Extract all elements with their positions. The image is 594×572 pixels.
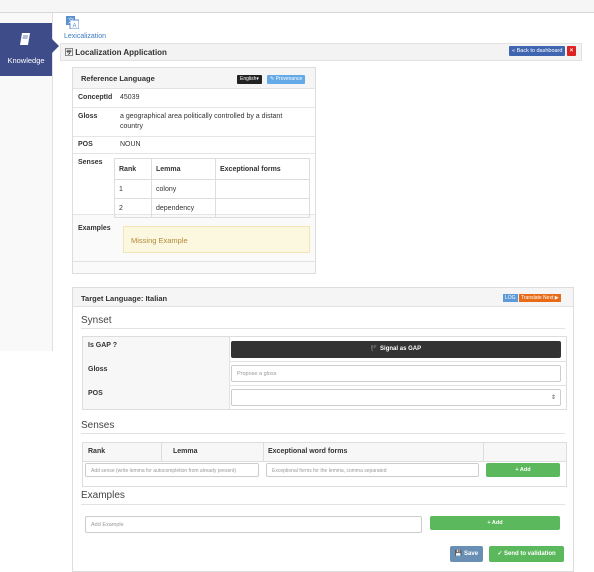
translate-next-button[interactable]: Translate Next ▶ [519,294,561,302]
back-to-dashboard-button[interactable]: « Back to dashboard [509,46,566,56]
page-title: 🈂 Localization Application [65,48,167,57]
concept-row: ConceptId 45039 [73,89,315,108]
gloss-input[interactable]: Propose a gloss [231,365,561,382]
close-button[interactable]: × [567,46,576,56]
synset-heading: Synset [81,315,112,326]
gloss-text: a geographical area politically controll… [120,113,283,130]
exceptional-forms-input[interactable]: Exceptional forms for the lemma, comma s… [266,463,479,477]
target-title: Target Language: Italian [81,294,168,303]
language-dropdown[interactable]: English▾ [237,75,262,84]
sidebar-item-knowledge[interactable]: Knowledge [0,23,59,76]
senses-heading: Senses [81,420,115,431]
provenance-button[interactable]: ✎ Provenance [267,75,306,84]
signal-gap-button[interactable]: 🏴 Signal as GAP [231,341,561,358]
pos-select[interactable]: ⇕ [231,389,561,406]
add-example-button[interactable]: + Add [430,516,560,530]
sidebar-item-label: Knowledge [7,56,45,65]
examples-label: Examples [78,225,111,232]
senses-table: Rank Lemma Exceptional forms 1 colony 2 de… [114,158,310,218]
page-title-bar: 🈂 Localization Application [60,43,582,61]
example-input[interactable]: Add Example [85,516,422,533]
log-button[interactable]: LOG [503,294,518,302]
table-row: 2 dependency [114,198,310,218]
send-to-validation-button[interactable]: ✓ Send to validation [489,546,564,562]
senses-row: Senses Rank Lemma Exceptional forms 1 col… [73,154,315,218]
add-sense-button[interactable]: + Add [486,463,560,477]
book-icon [20,33,30,45]
pos-label: POS [88,390,103,397]
select-arrow-icon: ⇕ [550,395,556,401]
save-button[interactable]: 💾 Save [450,546,483,562]
pos-row: POS NOUN [73,137,315,154]
gloss-row: Gloss a geographical area politically co… [73,108,315,137]
gloss-label: Gloss [88,366,108,373]
top-bar [0,0,594,13]
missing-example-alert: Missing Example [123,226,310,253]
examples-heading: Examples [81,490,125,501]
concept-id: 45039 [120,94,140,101]
svg-text:A: A [73,24,77,30]
reference-title: Reference Language [81,74,155,83]
sense-lemma-input[interactable]: Add sense (write lemma for autocompletio… [85,463,259,477]
reference-panel: Reference Language English▾ ✎ Provenance… [72,67,316,274]
sidebar: Knowledge [0,13,59,351]
isgap-label: Is GAP ? [88,342,118,349]
translate-icon: 文 A [66,16,79,29]
target-panel: Target Language: Italian LOG Translate N… [72,287,574,572]
breadcrumb[interactable]: Lexicalization [64,33,106,40]
table-row: 1 colony [114,179,310,199]
